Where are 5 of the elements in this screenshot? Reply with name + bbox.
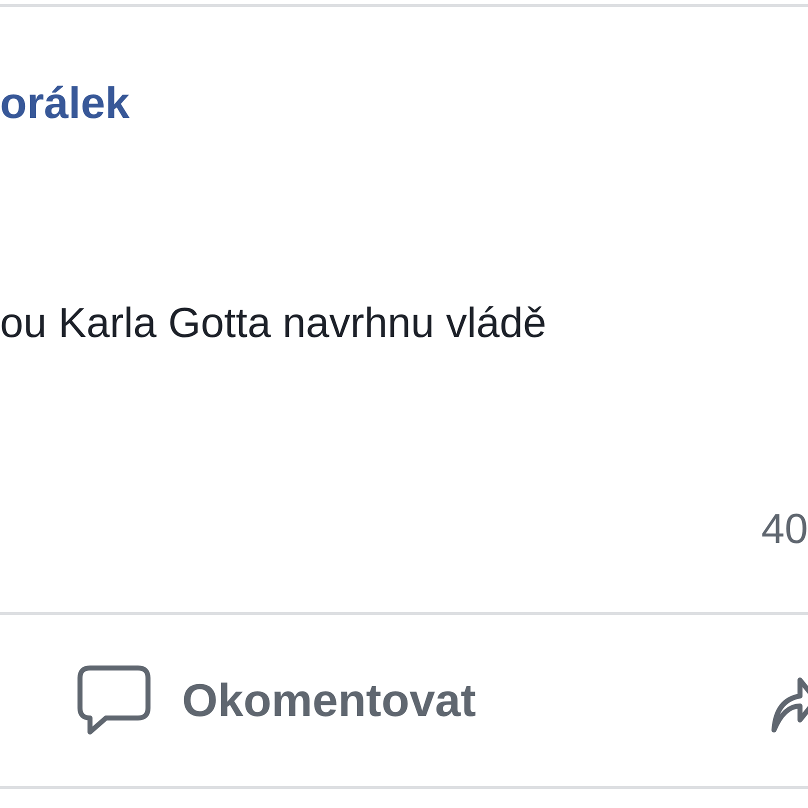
- author-name[interactable]: orálek: [0, 79, 130, 129]
- comment-button[interactable]: Okomentovat: [76, 664, 476, 736]
- post-text: ou Karla Gotta navrhnu vládě: [0, 299, 546, 347]
- speech-bubble-icon: [76, 664, 152, 736]
- comment-count[interactable]: 40: [761, 505, 808, 552]
